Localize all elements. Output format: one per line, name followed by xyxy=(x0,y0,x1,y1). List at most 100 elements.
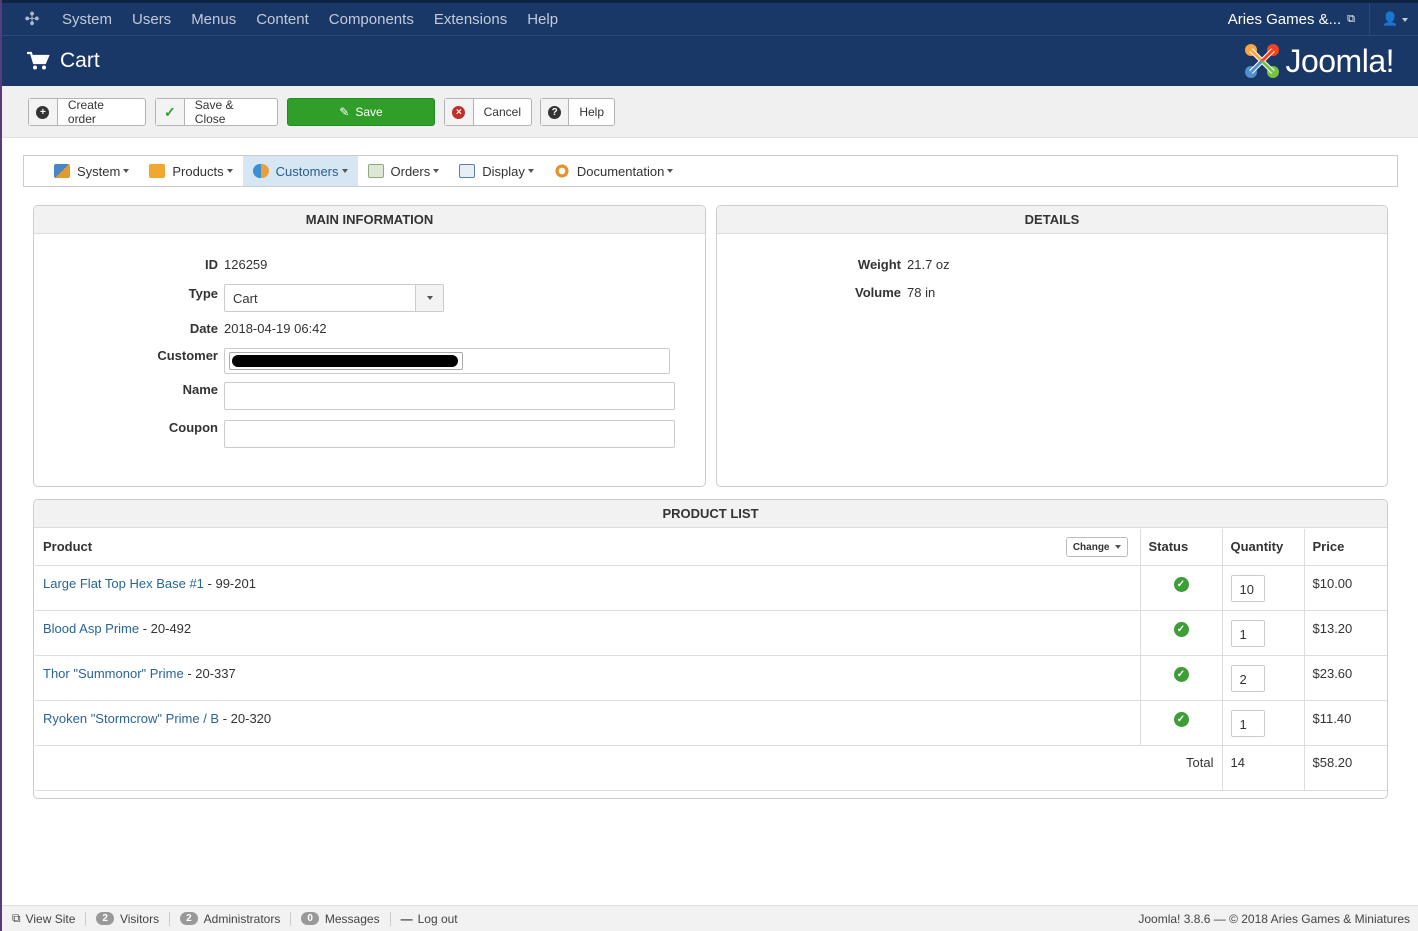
copyright-text: Joomla! 3.8.6 — © 2018 Aries Games & Min… xyxy=(1138,911,1410,926)
cancel-button[interactable]: × Cancel xyxy=(444,98,532,126)
submenu-products[interactable]: Products xyxy=(139,156,242,186)
plus-circle-icon: + xyxy=(29,99,58,125)
type-selected-value: Cart xyxy=(233,290,258,306)
product-sku: - 20-320 xyxy=(219,710,272,726)
view-site-link[interactable]: ⧉ View Site xyxy=(2,911,87,926)
joomla-logo-icon xyxy=(1245,44,1280,78)
dropdown-toggle[interactable] xyxy=(415,285,443,311)
user-menu[interactable]: 👤 xyxy=(1370,11,1418,27)
volume-label: Volume xyxy=(855,285,901,300)
submenu-system[interactable]: System xyxy=(24,156,139,186)
toolbar: + Create order ✓ Save & Close ✎ Save × C… xyxy=(2,86,1418,138)
panel-heading: MAIN INFORMATION xyxy=(34,206,705,234)
joomla-menu-icon[interactable]: ✣ xyxy=(2,9,62,30)
quantity-cell: 2 xyxy=(1221,655,1304,701)
submenu-display[interactable]: Display xyxy=(449,156,544,186)
type-label: Type xyxy=(188,286,218,301)
check-circle-icon[interactable]: ✓ xyxy=(1173,576,1189,592)
column-header-price: Price xyxy=(1303,529,1387,566)
chevron-down-icon xyxy=(433,169,440,173)
redacted-customer xyxy=(232,355,458,367)
status-cell: ✓ xyxy=(1139,610,1222,656)
submenu-orders[interactable]: Orders xyxy=(358,156,450,186)
user-icon: 👤 xyxy=(1382,11,1399,26)
menu-content[interactable]: Content xyxy=(256,11,309,28)
change-button[interactable]: Change xyxy=(1065,537,1128,557)
name-input[interactable] xyxy=(224,382,675,410)
administrators-link[interactable]: 2 Administrators xyxy=(170,911,292,926)
quantity-input[interactable]: 1 xyxy=(1230,619,1265,647)
coupon-input[interactable] xyxy=(224,420,675,448)
create-order-button[interactable]: + Create order xyxy=(28,98,146,126)
brand-name: Joomla! xyxy=(1285,42,1394,79)
customer-field[interactable] xyxy=(224,348,670,374)
status-cell: ✓ xyxy=(1139,565,1222,611)
menu-components[interactable]: Components xyxy=(329,11,414,28)
id-value: 126259 xyxy=(224,257,268,272)
weight-value: 21.7 oz xyxy=(907,257,950,272)
type-select[interactable]: Cart xyxy=(224,284,444,312)
minus-icon: — xyxy=(400,911,413,926)
chevron-down-icon xyxy=(426,296,433,300)
quantity-cell: 1 xyxy=(1221,700,1304,746)
column-header-product: Product Change xyxy=(35,529,1140,566)
site-link[interactable]: Aries Games &... ⧉ xyxy=(1228,3,1370,35)
quantity-input[interactable]: 2 xyxy=(1230,664,1265,692)
customer-row: Customer xyxy=(34,348,670,374)
tools-icon xyxy=(54,164,70,178)
chevron-down-icon xyxy=(341,169,348,173)
page-header: Cart Joomla! xyxy=(2,35,1418,86)
product-cell: Blood Asp Prime - 20-492 xyxy=(35,610,1140,656)
save-close-button[interactable]: ✓ Save & Close xyxy=(155,98,278,126)
product-link[interactable]: Large Flat Top Hex Base #1 xyxy=(43,576,204,591)
menu-extensions[interactable]: Extensions xyxy=(434,11,507,28)
check-circle-icon[interactable]: ✓ xyxy=(1173,666,1189,682)
id-row: ID 126259 xyxy=(34,257,267,272)
orders-icon xyxy=(367,164,384,178)
administrators-badge: 2 xyxy=(180,912,198,925)
chevron-down-icon xyxy=(226,169,233,173)
id-label: ID xyxy=(205,257,218,272)
volume-value: 78 in xyxy=(907,285,936,300)
joomla-logo: Joomla! xyxy=(1243,42,1394,80)
quantity-input[interactable]: 10 xyxy=(1230,574,1265,602)
save-button[interactable]: ✎ Save xyxy=(287,98,435,126)
check-circle-icon[interactable]: ✓ xyxy=(1173,621,1189,637)
menu-system[interactable]: System xyxy=(62,11,112,28)
total-quantity: 14 xyxy=(1221,745,1304,791)
total-price: $58.20 xyxy=(1303,745,1387,791)
visitors-link[interactable]: 2 Visitors xyxy=(86,911,171,926)
coupon-row: Coupon xyxy=(34,420,675,448)
product-link[interactable]: Ryoken "Stormcrow" Prime / B xyxy=(43,711,219,726)
help-button[interactable]: ? Help xyxy=(540,98,615,126)
chevron-down-icon xyxy=(527,169,534,173)
external-link-icon: ⧉ xyxy=(1347,12,1355,25)
panel-heading: DETAILS xyxy=(717,206,1387,234)
customer-selection[interactable] xyxy=(229,352,463,370)
product-link[interactable]: Thor "Summonor" Prime xyxy=(43,666,184,681)
submenu-customers[interactable]: Customers xyxy=(242,156,358,186)
messages-link[interactable]: 0 Messages xyxy=(291,911,391,926)
chevron-down-icon xyxy=(1401,17,1408,22)
status-bar: ⧉ View Site 2 Visitors 2 Administrators … xyxy=(2,905,1418,931)
product-link[interactable]: Blood Asp Prime xyxy=(43,621,139,636)
logout-link[interactable]: — Log out xyxy=(391,912,468,926)
menu-help[interactable]: Help xyxy=(527,11,558,28)
admin-top-navbar: ✣ System Users Menus Content Components … xyxy=(2,0,1418,35)
quantity-input[interactable]: 1 xyxy=(1230,709,1265,737)
menu-menus[interactable]: Menus xyxy=(191,11,236,28)
quantity-cell: 10 xyxy=(1221,565,1304,611)
menu-users[interactable]: Users xyxy=(132,11,171,28)
table-row: Large Flat Top Hex Base #1 - 99-201 ✓ 10… xyxy=(35,565,1387,611)
price-cell: $11.40 xyxy=(1303,700,1387,746)
product-sku: - 99-201 xyxy=(203,575,256,591)
checkmark-icon: ✓ xyxy=(156,99,185,125)
submenu-documentation[interactable]: Documentation xyxy=(544,156,683,186)
price-cell: $13.20 xyxy=(1303,610,1387,656)
page-title: Cart xyxy=(60,49,100,72)
check-circle-icon[interactable]: ✓ xyxy=(1173,711,1189,727)
product-cell: Large Flat Top Hex Base #1 - 99-201 xyxy=(35,565,1140,611)
table-row: Thor "Summonor" Prime - 20-337 ✓ 2 $23.6… xyxy=(35,655,1387,701)
volume-row: Volume 78 in xyxy=(717,285,935,300)
display-icon xyxy=(459,164,476,178)
